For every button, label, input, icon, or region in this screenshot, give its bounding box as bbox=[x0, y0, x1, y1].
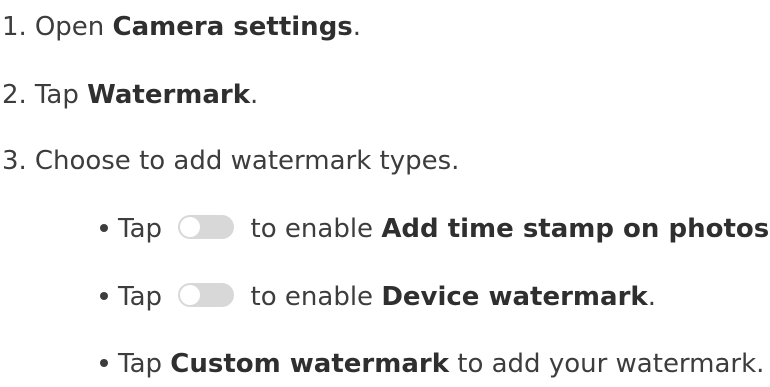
step-punctuation: . bbox=[250, 80, 259, 110]
step-3: 3. Choose to add watermark types. bbox=[2, 144, 459, 178]
bullet-icon bbox=[100, 291, 108, 300]
add-time-stamp-label: Add time stamp on photos bbox=[381, 214, 770, 244]
toggle-knob bbox=[180, 284, 201, 305]
camera-settings-label: Camera settings bbox=[112, 12, 353, 42]
toggle-knob bbox=[180, 216, 201, 237]
substep-punctuation: . bbox=[647, 282, 656, 312]
step-punctuation: . bbox=[352, 12, 362, 42]
substep-device-watermark: Tap to enable Device watermark. bbox=[100, 280, 656, 314]
step-text: Tap bbox=[34, 80, 88, 110]
step-text: Choose to add watermark types. bbox=[34, 146, 460, 176]
bullet-icon bbox=[100, 358, 108, 367]
step-number: 3. bbox=[2, 146, 27, 176]
step-1: 1. Open Camera settings. bbox=[2, 10, 361, 44]
step-number: 2. bbox=[2, 80, 27, 110]
substep-text: Tap bbox=[118, 282, 171, 312]
watermark-label: Watermark bbox=[87, 80, 251, 110]
custom-watermark-label: Custom watermark bbox=[170, 349, 449, 379]
substep-time-stamp: Tap to enable Add time stamp on photos. bbox=[100, 212, 770, 246]
step-text: Open bbox=[34, 12, 113, 42]
substep-custom-watermark: Tap Custom watermark to add your waterma… bbox=[100, 347, 764, 381]
bullet-icon bbox=[100, 223, 108, 232]
step-number: 1. bbox=[2, 12, 27, 42]
substep-text: to enable bbox=[242, 214, 382, 244]
toggle-off-icon bbox=[178, 282, 235, 307]
step-2: 2. Tap Watermark. bbox=[2, 78, 258, 112]
substep-text: to add your watermark. bbox=[448, 349, 765, 379]
toggle-off-icon bbox=[178, 214, 235, 239]
device-watermark-label: Device watermark bbox=[381, 282, 648, 312]
substep-text: Tap bbox=[118, 214, 171, 244]
substep-text: Tap bbox=[118, 349, 171, 379]
substep-text: to enable bbox=[242, 282, 382, 312]
